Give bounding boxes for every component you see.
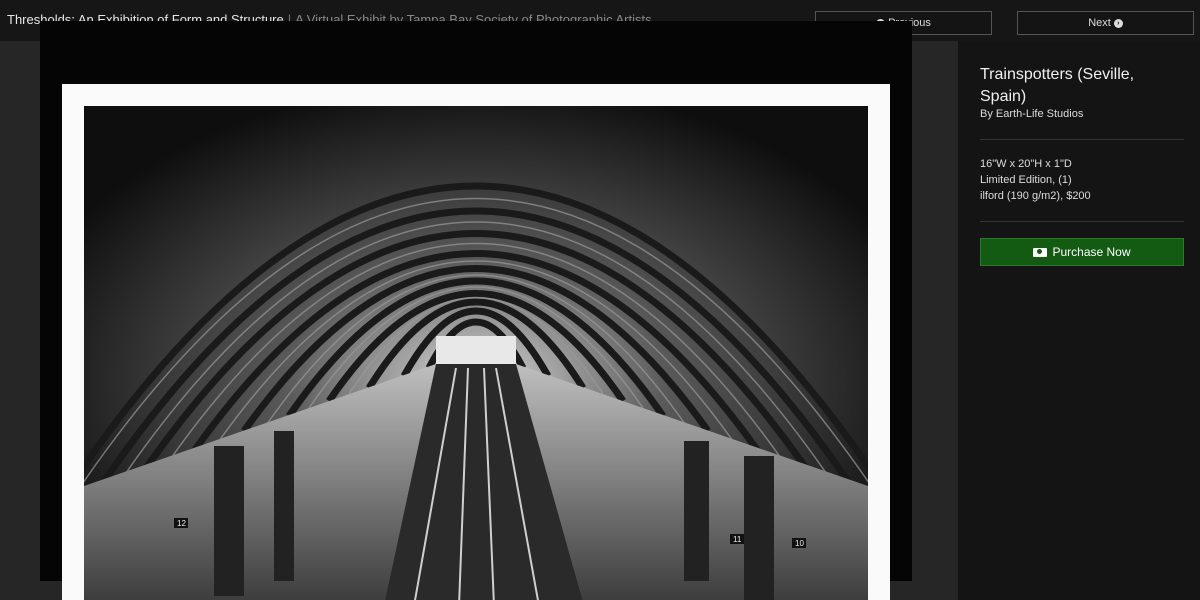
purchase-now-button[interactable]: Purchase Now [980,238,1184,266]
photo-sign-12: 12 [177,519,186,528]
photo-sign-11: 11 [733,535,742,544]
artwork-info-sidebar: Trainspotters (Seville, Spain) By Earth-… [958,41,1200,600]
artwork-medium-price: ilford (190 g/m2), $200 [980,190,1091,202]
next-button[interactable]: Next › [1017,11,1194,35]
train-station-photo: 12 11 10 [84,106,868,600]
divider [980,221,1184,222]
money-icon [1033,247,1048,257]
photo-sign-10: 10 [795,539,804,548]
next-label: Next [1088,17,1111,29]
artwork-dimensions: 16"W x 20"H x 1"D [980,158,1072,170]
artwork-photo[interactable]: 12 11 10 [84,106,868,600]
divider [980,139,1184,140]
artwork-details: 16"W x 20"H x 1"D Limited Edition, (1) i… [980,156,1091,204]
purchase-label: Purchase Now [1052,245,1131,259]
chevron-circle-right-icon: › [1113,18,1123,28]
artwork-title: Trainspotters (Seville, Spain) [980,66,1135,105]
artwork-edition: Limited Edition, (1) [980,174,1072,186]
artwork-artist: By Earth-Life Studios [980,108,1084,120]
